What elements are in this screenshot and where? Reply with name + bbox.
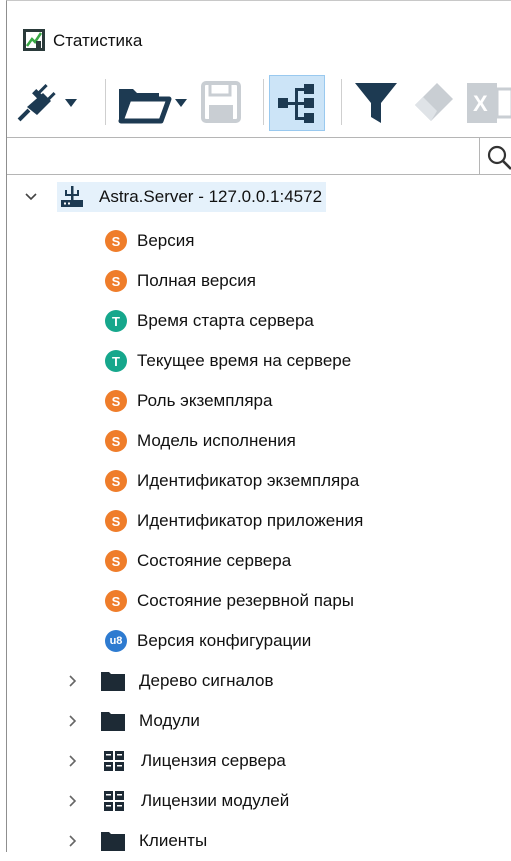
tree-group[interactable]: Дерево сигналов [101,661,274,701]
search-input[interactable] [7,138,479,174]
toolbar-separator [263,79,264,125]
window-title: Статистика [53,31,143,50]
chevron-right-icon[interactable] [67,675,79,687]
tree-group-label: Дерево сигналов [139,671,274,690]
chevron-right-icon[interactable] [67,835,79,847]
tree-item[interactable]: u8 Версия конфигурации [105,621,311,661]
toolbar: X [7,69,511,139]
string-type-icon: S [105,550,127,572]
chevron-down-icon[interactable] [25,191,37,203]
tree-group[interactable]: Клиенты [101,821,207,861]
string-type-icon: S [105,430,127,452]
server-icon [61,186,83,207]
tree-item-label: Роль экземпляра [137,391,273,410]
toolbar-separator [341,79,342,125]
time-type-icon: T [105,350,127,372]
search-icon[interactable] [485,143,511,171]
tree-item-label: Состояние сервера [137,551,292,570]
tree-group-label: Клиенты [139,831,208,850]
tree-item[interactable]: S Роль экземпляра [105,381,272,421]
folder-icon [101,672,125,691]
tree-item[interactable]: S Версия [105,221,194,261]
tree-item-label: Версия [137,231,195,250]
tree-item-label: Полная версия [137,271,256,290]
string-type-icon: S [105,510,127,532]
folder-icon [101,712,125,731]
search-divider [479,138,480,174]
statistics-tree: Astra.Server - 127.0.0.1:4572 S Версия S… [7,177,511,852]
chevron-right-icon[interactable] [67,755,79,767]
tree-item[interactable]: S Состояние сервера [105,541,291,581]
tree-item[interactable]: S Состояние резервной пары [105,581,354,621]
tree-group-label: Лицензии модулей [141,791,290,810]
app-icon [23,29,45,51]
folder-icon [101,832,125,851]
tree-item-label: Время старта сервера [137,311,314,330]
string-type-icon: S [105,590,127,612]
string-type-icon: S [105,390,127,412]
tree-item[interactable]: T Текущее время на сервере [105,341,351,381]
tree-item-label: Идентификатор экземпляра [137,471,360,490]
tree-item-label: Модель исполнения [137,431,296,450]
tree-item[interactable]: S Полная версия [105,261,256,301]
chevron-right-icon[interactable] [67,795,79,807]
tree-view-icon [278,84,314,123]
tree-group[interactable]: Лицензия сервера [103,741,286,781]
svg-text:X: X [473,91,488,116]
tree-item[interactable]: T Время старта сервера [105,301,314,341]
save-icon[interactable] [197,77,245,129]
string-type-icon: S [105,270,127,292]
connect-icon[interactable] [13,77,85,129]
tree-item-label: Текущее время на сервере [137,351,352,370]
tree-item[interactable]: S Идентификатор приложения [105,501,363,541]
eraser-icon[interactable] [407,77,459,129]
tree-item-label: Версия конфигурации [137,631,312,650]
tree-group[interactable]: Модули [101,701,200,741]
tree-view-button[interactable] [269,75,325,131]
grid-icon [104,791,124,811]
string-type-icon: S [105,230,127,252]
tree-root-node[interactable]: Astra.Server - 127.0.0.1:4572 [57,177,327,217]
open-folder-icon[interactable] [115,77,193,129]
tree-item[interactable]: S Идентификатор экземпляра [105,461,359,501]
tree-item-label: Идентификатор приложения [137,511,364,530]
filter-icon[interactable] [351,77,401,129]
title-bar: Статистика [7,1,511,59]
search-bar [7,137,511,175]
tree-group-label: Лицензия сервера [141,751,286,770]
grid-icon [104,751,124,771]
chevron-right-icon[interactable] [67,715,79,727]
tree-root-label: Astra.Server - 127.0.0.1:4572 [99,187,323,206]
toolbar-separator [105,79,106,125]
string-type-icon: S [105,470,127,492]
tree-item[interactable]: S Модель исполнения [105,421,296,461]
time-type-icon: T [105,310,127,332]
tree-group[interactable]: Лицензии модулей [103,781,289,821]
uint8-type-icon: u8 [105,630,127,652]
excel-icon[interactable]: X [465,77,511,129]
statistics-window: Статистика X Astra.Server - 127.0.0.1:45… [6,0,511,852]
tree-item-label: Состояние резервной пары [137,591,355,610]
tree-group-label: Модули [139,711,200,730]
